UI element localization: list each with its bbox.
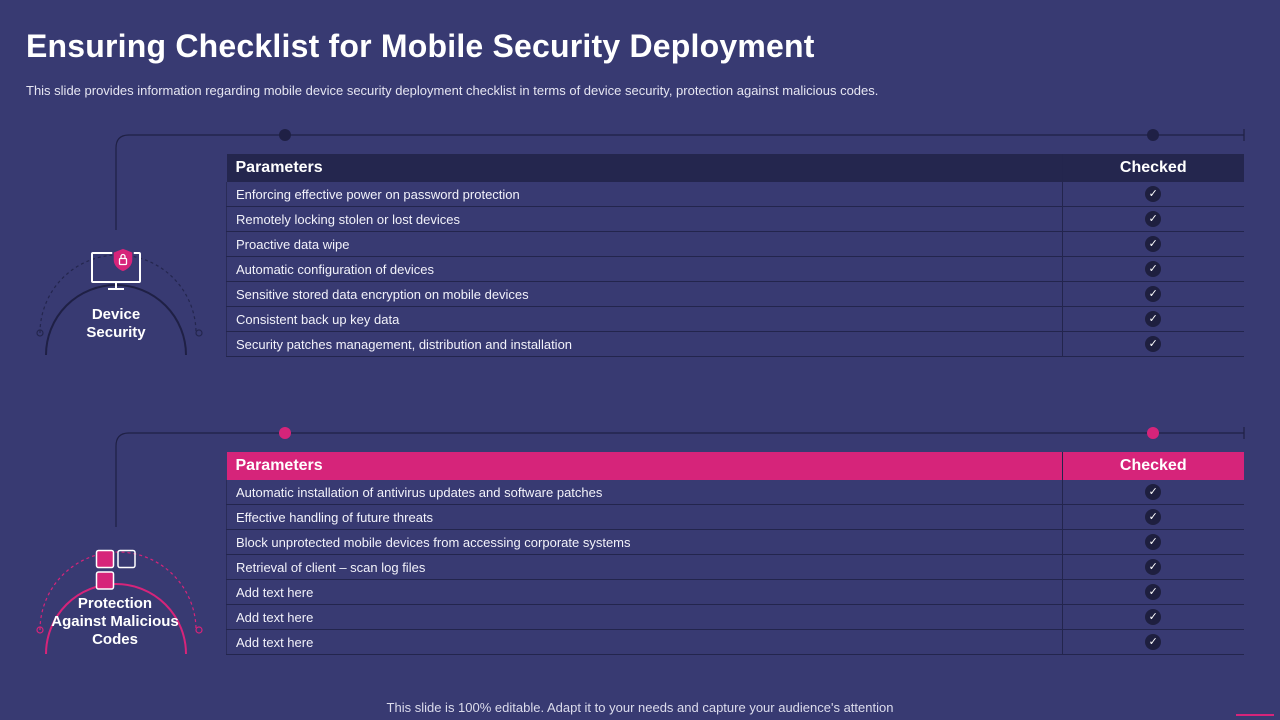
table-row: Proactive data wipe ✓: [226, 231, 1244, 257]
checkmark-icon: ✓: [1145, 609, 1162, 626]
table-row: Add text here ✓: [226, 629, 1244, 655]
timeline-dot: [1147, 129, 1159, 141]
checkmark-icon: ✓: [1145, 261, 1162, 278]
checkmark-icon: ✓: [1145, 286, 1162, 303]
checked-header: Checked: [1062, 154, 1244, 182]
checkmark-icon: ✓: [1145, 534, 1162, 551]
checkmark-icon: ✓: [1145, 336, 1162, 353]
parameter-cell: Enforcing effective power on password pr…: [226, 182, 1063, 207]
timeline-dot: [1147, 427, 1159, 439]
parameter-cell: Add text here: [226, 629, 1063, 655]
parameter-cell: Block unprotected mobile devices from ac…: [226, 529, 1063, 555]
table-header-row: Parameters Checked: [226, 452, 1244, 480]
parameters-header: Parameters: [226, 154, 1063, 182]
parameter-cell: Automatic configuration of devices: [226, 256, 1063, 282]
checkmark-icon: ✓: [1145, 311, 1162, 328]
timeline-dot: [279, 129, 291, 141]
timeline-dot: [279, 427, 291, 439]
parameter-cell: Sensitive stored data encryption on mobi…: [226, 281, 1063, 307]
squares-grid-icon: [95, 549, 137, 596]
checkmark-icon: ✓: [1145, 484, 1162, 501]
table-header-row: Parameters Checked: [226, 154, 1244, 182]
parameter-cell: Retrieval of client – scan log files: [226, 554, 1063, 580]
device-security-checklist: Parameters Checked Enforcing effective p…: [226, 154, 1244, 357]
checkmark-icon: ✓: [1145, 186, 1162, 203]
slide-subtitle: This slide provides information regardin…: [26, 83, 879, 98]
parameter-cell: Add text here: [226, 579, 1063, 605]
parameter-cell: Automatic installation of antivirus upda…: [226, 480, 1063, 505]
parameter-cell: Remotely locking stolen or lost devices: [226, 206, 1063, 232]
table-row: Add text here ✓: [226, 604, 1244, 630]
table-row: Block unprotected mobile devices from ac…: [226, 529, 1244, 555]
table-row: Enforcing effective power on password pr…: [226, 182, 1244, 207]
parameter-cell: Add text here: [226, 604, 1063, 630]
corner-accent-bar: [1236, 714, 1274, 716]
table-row: Security patches management, distributio…: [226, 331, 1244, 357]
parameter-cell: Proactive data wipe: [226, 231, 1063, 257]
table-row: Sensitive stored data encryption on mobi…: [226, 281, 1244, 307]
monitor-shield-lock-icon: [90, 246, 142, 297]
malicious-codes-checklist: Parameters Checked Automatic installatio…: [226, 452, 1244, 655]
parameter-cell: Security patches management, distributio…: [226, 331, 1063, 357]
parameters-header: Parameters: [226, 452, 1063, 480]
slide-footer: This slide is 100% editable. Adapt it to…: [386, 700, 894, 715]
table-row: Consistent back up key data ✓: [226, 306, 1244, 332]
checkmark-icon: ✓: [1145, 584, 1162, 601]
parameter-cell: Consistent back up key data: [226, 306, 1063, 332]
parameter-cell: Effective handling of future threats: [226, 504, 1063, 530]
table-row: Retrieval of client – scan log files ✓: [226, 554, 1244, 580]
section-label-device-security: Device Security: [86, 306, 146, 341]
checkmark-icon: ✓: [1145, 509, 1162, 526]
checked-header: Checked: [1062, 452, 1244, 480]
checkmark-icon: ✓: [1145, 211, 1162, 228]
table-row: Remotely locking stolen or lost devices ✓: [226, 206, 1244, 232]
checkmark-icon: ✓: [1145, 236, 1162, 253]
section-label-malicious-codes: Protection Against Malicious Codes: [51, 595, 179, 648]
table-row: Automatic installation of antivirus upda…: [226, 480, 1244, 505]
slide-title: Ensuring Checklist for Mobile Security D…: [26, 28, 815, 64]
checkmark-icon: ✓: [1145, 559, 1162, 576]
table-row: Add text here ✓: [226, 579, 1244, 605]
checkmark-icon: ✓: [1145, 634, 1162, 651]
table-row: Automatic configuration of devices ✓: [226, 256, 1244, 282]
table-row: Effective handling of future threats ✓: [226, 504, 1244, 530]
